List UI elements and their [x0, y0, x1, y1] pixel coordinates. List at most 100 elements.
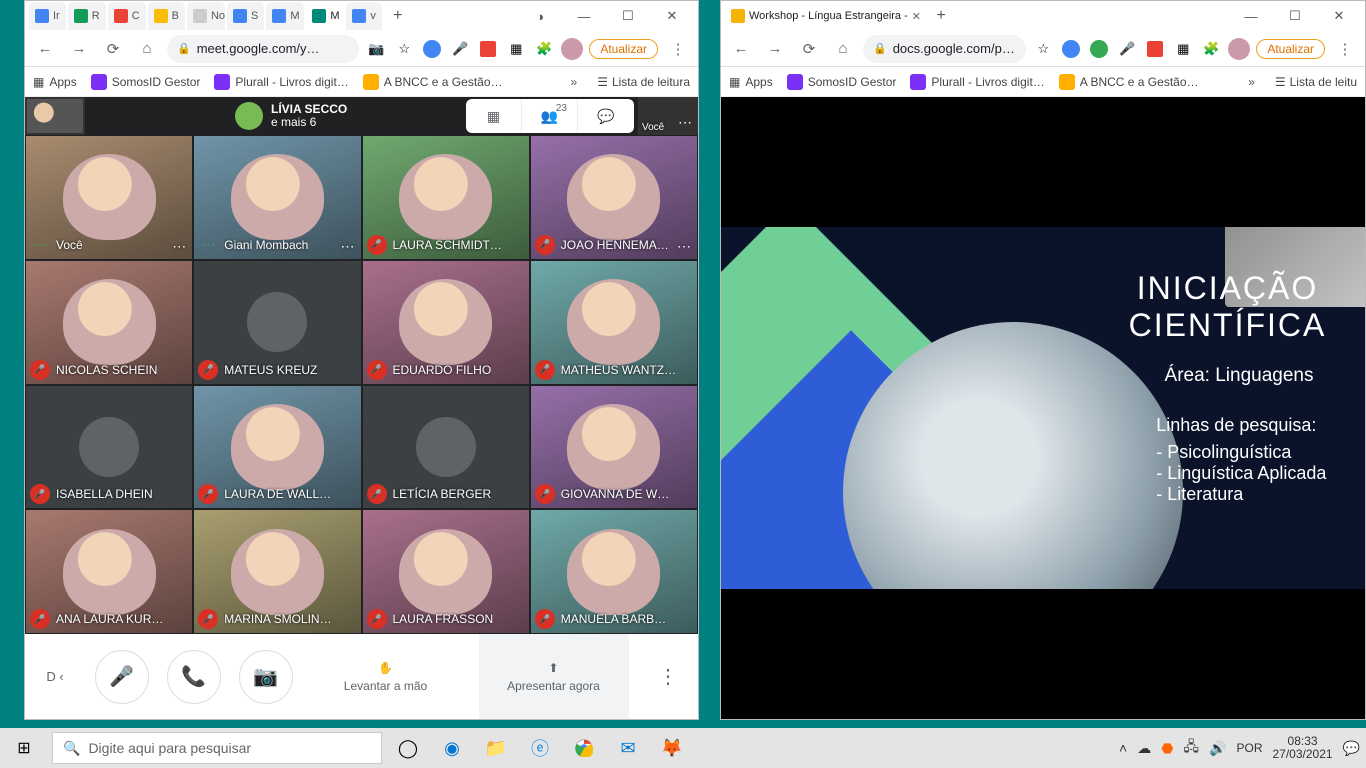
slide-viewport[interactable]: INICIAÇÃOCIENTÍFICA Área: Linguagens Lin…: [721, 97, 1365, 719]
participant-tile-2[interactable]: 🎤LAURA SCHMIDT…: [362, 135, 530, 260]
presenter-badge[interactable]: LÍVIA SECCOe mais 6: [225, 102, 357, 130]
tray-antivirus-icon[interactable]: ⬣: [1161, 740, 1173, 757]
taskbar-chrome-icon[interactable]: [562, 728, 606, 768]
participant-tile-15[interactable]: 🎤MANUELA BARB…: [530, 509, 698, 634]
hangup-button[interactable]: 📞: [167, 650, 221, 704]
extension-icon-2[interactable]: [477, 38, 499, 60]
maximize-button[interactable]: ☐: [606, 2, 650, 30]
tab-3[interactable]: B: [148, 2, 185, 30]
url-input[interactable]: 🔒meet.google.com/y…: [167, 35, 359, 63]
extension-icon-grid[interactable]: ▦: [505, 38, 527, 60]
forward-button-r[interactable]: →: [761, 35, 789, 63]
tray-onedrive-icon[interactable]: ☁: [1137, 740, 1151, 757]
update-button[interactable]: Atualizar: [589, 39, 658, 59]
minimize-button[interactable]: —: [562, 2, 606, 30]
participant-tile-4[interactable]: 🎤NICOLAS SCHEIN: [25, 260, 193, 385]
new-tab-button[interactable]: +: [384, 2, 412, 30]
participant-tile-5[interactable]: 🎤MATEUS KREUZ: [193, 260, 361, 385]
ext-icon-r-grid[interactable]: ▦: [1172, 38, 1194, 60]
tab-1[interactable]: R: [68, 2, 106, 30]
tab-7[interactable]: M✕: [306, 2, 344, 30]
minimize-button-right[interactable]: —: [1229, 2, 1273, 30]
ext-icon-r-voice[interactable]: 🎤: [1116, 38, 1138, 60]
bookmarks-overflow-r[interactable]: »: [1248, 75, 1255, 89]
tile-more-icon[interactable]: ⋯: [172, 238, 186, 255]
cortana-icon[interactable]: ◯: [386, 728, 430, 768]
taskbar-mail-icon[interactable]: ✉: [606, 728, 650, 768]
participant-tile-1[interactable]: ⋯Giani Mombach⋯: [193, 135, 361, 260]
bookmark-0[interactable]: ▦Apps: [729, 74, 773, 90]
participants-button[interactable]: 👥23: [522, 99, 578, 133]
tray-chevron-icon[interactable]: ˄: [1119, 740, 1127, 756]
reload-button-r[interactable]: ⟳: [795, 35, 823, 63]
participant-tile-3[interactable]: 🎤JOAO HENNEMA…⋯: [530, 135, 698, 260]
home-button[interactable]: ⌂: [133, 35, 161, 63]
raise-hand-button[interactable]: ✋Levantar a mão: [311, 634, 461, 719]
taskbar-search[interactable]: 🔍 Digite aqui para pesquisar: [52, 732, 382, 764]
layout-icon[interactable]: ▦: [466, 99, 522, 133]
participant-tile-10[interactable]: 🎤LETÍCIA BERGER: [362, 385, 530, 510]
bookmark-2[interactable]: Plurall - Livros digit…: [214, 74, 348, 90]
tray-language[interactable]: POR: [1236, 741, 1262, 755]
back-button[interactable]: ←: [31, 35, 59, 63]
bookmark-3[interactable]: A BNCC e a Gestão…: [1059, 74, 1199, 90]
extensions-puzzle-r[interactable]: 🧩: [1200, 38, 1222, 60]
url-input-r[interactable]: 🔒docs.google.com/p…: [863, 35, 1026, 63]
bookmark-1[interactable]: SomosID Gestor: [91, 74, 201, 90]
tab-2[interactable]: C: [108, 2, 146, 30]
ext-icon-r3[interactable]: [1144, 38, 1166, 60]
tile-more-icon[interactable]: ⋯: [677, 238, 691, 255]
extension-icon-translate[interactable]: [421, 38, 443, 60]
meeting-info-button[interactable]: D ‹: [25, 669, 85, 684]
participant-tile-0[interactable]: ⋯Você⋯: [25, 135, 193, 260]
participant-tile-13[interactable]: 🎤MARINA SMOLIN…: [193, 509, 361, 634]
pinned-thumbnail[interactable]: Você ⋯: [638, 97, 698, 135]
reading-list-button[interactable]: ☰Lista de leitura: [597, 75, 690, 89]
close-tab-icon[interactable]: ✕: [344, 10, 345, 23]
tab-slides[interactable]: Workshop - Língua Estrangeira - ✕: [725, 2, 925, 30]
participant-tile-12[interactable]: 🎤ANA LAURA KUR…: [25, 509, 193, 634]
tile-more-icon[interactable]: ⋯: [341, 238, 355, 255]
reload-button[interactable]: ⟳: [99, 35, 127, 63]
bookmark-3[interactable]: A BNCC e a Gestão…: [363, 74, 503, 90]
taskbar-firefox-icon[interactable]: 🦊: [650, 728, 694, 768]
present-now-button[interactable]: ⬆Apresentar agora: [479, 634, 629, 719]
ext-icon-r2[interactable]: [1088, 38, 1110, 60]
participant-tile-8[interactable]: 🎤ISABELLA DHEIN: [25, 385, 193, 510]
camera-permission-icon[interactable]: 📷: [365, 38, 387, 60]
toggle-camera-button[interactable]: 📷: [239, 650, 293, 704]
self-thumbnail[interactable]: iMa…: [25, 97, 85, 135]
taskbar-edge-icon[interactable]: ◉: [430, 728, 474, 768]
participant-tile-7[interactable]: 🎤MATHEUS WANTZ…: [530, 260, 698, 385]
thumb-more-icon[interactable]: ⋯: [678, 114, 692, 131]
participant-tile-9[interactable]: 🎤LAURA DE WALL…: [193, 385, 361, 510]
close-window-button-right[interactable]: ✕: [1317, 2, 1361, 30]
toggle-mic-button[interactable]: 🎤: [95, 650, 149, 704]
maximize-button-right[interactable]: ☐: [1273, 2, 1317, 30]
taskbar-ie-icon[interactable]: ⓔ: [518, 728, 562, 768]
extensions-puzzle-icon[interactable]: 🧩: [533, 38, 555, 60]
tab-0[interactable]: Ir: [29, 2, 66, 30]
more-options-button[interactable]: ⋮: [638, 664, 698, 689]
tray-volume-icon[interactable]: 🔊: [1209, 740, 1226, 757]
tab-8[interactable]: v: [346, 2, 382, 30]
participant-tile-6[interactable]: 🎤EDUARDO FILHO: [362, 260, 530, 385]
extension-icon-voice[interactable]: 🎤: [449, 38, 471, 60]
reading-list-r[interactable]: ☰Lista de leitu: [1275, 75, 1357, 89]
tray-network-icon[interactable]: 🖧: [1183, 736, 1199, 760]
bookmark-1[interactable]: SomosID Gestor: [787, 74, 897, 90]
tray-notifications-icon[interactable]: 💬: [1343, 740, 1360, 757]
chrome-menu-r[interactable]: ⋮: [1331, 35, 1359, 63]
participant-tile-11[interactable]: 🎤GIOVANNA DE W…: [530, 385, 698, 510]
bookmarks-overflow-icon[interactable]: »: [571, 75, 578, 89]
ext-icon-r1[interactable]: [1060, 38, 1082, 60]
close-window-button[interactable]: ✕: [650, 2, 694, 30]
home-button-r[interactable]: ⌂: [829, 35, 857, 63]
bookmark-0[interactable]: ▦Apps: [33, 74, 77, 90]
chat-button[interactable]: 💬: [578, 99, 634, 133]
back-button-r[interactable]: ←: [727, 35, 755, 63]
bookmark-star-r[interactable]: ☆: [1032, 38, 1054, 60]
close-tab-icon[interactable]: ✕: [912, 10, 921, 23]
start-button[interactable]: ⊞: [0, 728, 48, 768]
new-tab-button-right[interactable]: +: [927, 2, 955, 30]
